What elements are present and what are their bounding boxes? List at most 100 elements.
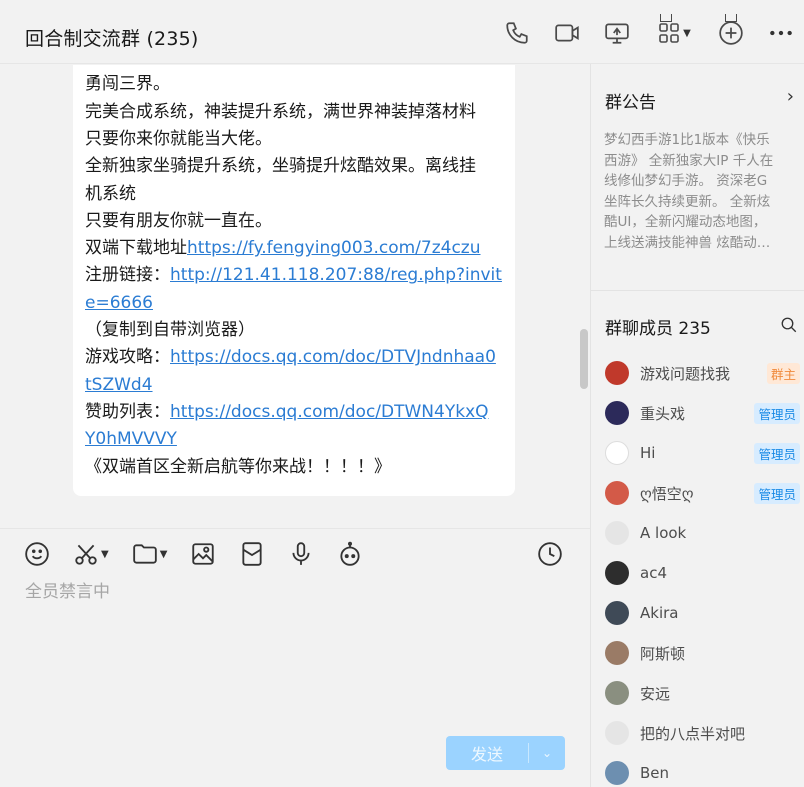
member-name: 游戏问题找我 <box>640 364 731 383</box>
avatar[interactable] <box>605 641 629 665</box>
member-item[interactable]: 游戏问题找我 群主 <box>605 359 800 387</box>
message-line-text: 勇闯三界。 <box>85 74 170 95</box>
clock-icon[interactable] <box>537 541 563 567</box>
avatar[interactable] <box>605 561 629 585</box>
robot-icon[interactable] <box>337 541 363 567</box>
avatar[interactable] <box>605 761 629 785</box>
apps-grid-icon[interactable]: ▼ <box>654 14 694 46</box>
avatar[interactable] <box>605 441 629 465</box>
muted-notice: 全员禁言中 <box>25 582 110 602</box>
message-link[interactable]: https://fy.fengying003.com/7z4czu <box>187 238 481 258</box>
message-line: 后端神兜大卡，兜装合定，材料免神付截防赵主 <box>85 65 442 69</box>
member-item[interactable]: Akira <box>605 599 800 627</box>
red-packet-icon[interactable] <box>239 541 265 567</box>
avatar[interactable] <box>605 361 629 385</box>
message-line: 只要你来你就能当大佬。 <box>85 127 272 151</box>
message-line: 只要有朋友你就一直在。 <box>85 209 272 233</box>
image-icon[interactable] <box>190 541 216 567</box>
member-item[interactable]: ac4 <box>605 559 800 587</box>
member-name: Akira <box>640 604 679 622</box>
message-line: 注册链接：http://121.41.118.207:88/reg.php?in… <box>85 263 502 287</box>
avatar[interactable] <box>605 521 629 545</box>
notice-line: 上线送满技能神兽 炫酷动… <box>604 234 771 251</box>
add-icon[interactable] <box>718 14 744 46</box>
message-line: 双端下载地址https://fy.fengying003.com/7z4czu <box>85 236 481 260</box>
message-line-text: 双端下载地址 <box>85 238 187 259</box>
message-line-text: 注册链接： <box>85 265 170 286</box>
member-item[interactable]: 把的八点半对吧 <box>605 719 800 747</box>
chevron-down-icon[interactable]: ⌄ <box>529 746 565 760</box>
member-name: A look <box>640 524 687 542</box>
chat-title: 回合制交流群 (235) <box>25 28 199 50</box>
member-item[interactable]: 阿斯顿 <box>605 639 800 667</box>
message-line-text: 全新独家坐骑提升系统，坐骑提升炫酷效果。离线挂 <box>85 156 476 177</box>
message-line-text: 完美合成系统，神装提升系统，满世界神装掉落材料 <box>85 101 476 122</box>
avatar[interactable] <box>605 401 629 425</box>
send-label: 发送 <box>470 745 503 764</box>
message-line: 全新独家坐骑提升系统，坐骑提升炫酷效果。离线挂 <box>85 154 476 178</box>
chat-header: 回合制交流群 (235) ▼ <box>0 0 804 64</box>
member-item[interactable]: A look <box>605 519 800 547</box>
message-line: 游戏攻略：https://docs.qq.com/doc/DTVJndnhaa0 <box>85 345 496 369</box>
member-name: 阿斯顿 <box>640 644 686 663</box>
input-area: ▼ ▼ 全员禁言中 发送 ⌄ <box>0 528 590 787</box>
message-line-text: 《双端首区全新启航等你来战！！！！》 <box>85 456 391 477</box>
message-line-text: 赞助列表： <box>85 401 170 422</box>
member-name: 把的八点半对吧 <box>640 724 746 743</box>
message-line: 勇闯三界。 <box>85 72 170 96</box>
message-link[interactable]: https://docs.qq.com/doc/DTVJndnhaa0 <box>170 347 496 367</box>
message-link[interactable]: tSZWd4 <box>85 375 153 395</box>
message-link[interactable]: https://docs.qq.com/doc/DTWN4YkxQ <box>170 402 489 422</box>
avatar[interactable] <box>605 601 629 625</box>
message-line: 完美合成系统，神装提升系统，满世界神装掉落材料 <box>85 100 476 124</box>
members-title: 群聊成员 235 <box>605 319 711 339</box>
send-button[interactable]: 发送 ⌄ <box>446 736 565 770</box>
member-name: ac4 <box>640 564 667 582</box>
emoji-icon[interactable] <box>24 541 50 567</box>
avatar[interactable] <box>605 481 629 505</box>
message-link[interactable]: e=6666 <box>85 293 153 313</box>
member-item[interactable]: ღ悟空ღ 管理员 <box>605 479 800 507</box>
chevron-down-icon[interactable]: ▼ <box>683 28 691 39</box>
message-link[interactable]: http://121.41.118.207:88/reg.php?invit <box>170 265 502 285</box>
avatar[interactable] <box>605 681 629 705</box>
message-line: 《双端首区全新启航等你来战！！！！》 <box>85 455 391 479</box>
search-icon[interactable] <box>780 316 798 334</box>
screen-share-icon[interactable] <box>604 20 630 46</box>
message-line: 机系统 <box>85 182 136 206</box>
sidebar-divider <box>591 290 804 291</box>
message-line: （复制到自带浏览器） <box>85 318 255 342</box>
message-list[interactable]: 后端神兜大卡，兜装合定，材料免神付截防赵主勇闯三界。完美合成系统，神装提升系统，… <box>0 65 590 528</box>
microphone-icon[interactable] <box>288 541 314 567</box>
member-item[interactable]: 安远 <box>605 679 800 707</box>
input-toolbar: ▼ ▼ <box>24 541 386 567</box>
notice-title[interactable]: 群公告 <box>605 88 656 113</box>
message-line-text: 游戏攻略： <box>85 347 170 368</box>
chevron-right-icon[interactable]: › <box>787 86 794 107</box>
message-line-text: 只要你来你就能当大佬。 <box>85 128 272 149</box>
phone-icon[interactable] <box>504 20 530 46</box>
notice-line: 坐阵长久持续更新。 全新炫 <box>604 193 771 210</box>
message-link[interactable]: Y0hMVVVY <box>85 429 177 449</box>
member-item[interactable]: Hi 管理员 <box>605 439 800 467</box>
role-badge: 管理员 <box>754 482 800 504</box>
message-line-text: 后端神兜大卡，兜装合定，材料免神付截防赵主 <box>85 65 442 67</box>
role-badge: 群主 <box>766 362 800 384</box>
member-item[interactable]: 重头戏 管理员 <box>605 399 800 427</box>
video-call-icon[interactable] <box>554 20 580 46</box>
message-line-text: （复制到自带浏览器） <box>85 320 255 340</box>
scissors-icon[interactable]: ▼ <box>73 541 109 567</box>
notice-line: 西游》 全新独家大IP 千人在 <box>604 152 774 169</box>
message-line: 赞助列表：https://docs.qq.com/doc/DTWN4YkxQ <box>85 400 489 424</box>
member-item[interactable]: Ben <box>605 759 800 787</box>
avatar[interactable] <box>605 721 629 745</box>
scrollbar[interactable] <box>580 329 588 389</box>
member-name: Ben <box>640 764 670 782</box>
chevron-down-icon[interactable]: ▼ <box>160 549 168 560</box>
chevron-down-icon[interactable]: ▼ <box>101 549 109 560</box>
notice-line: 线修仙梦幻手游。 资深老G <box>604 173 768 189</box>
message-line-text: 只要有朋友你就一直在。 <box>85 210 272 231</box>
notice-line: 梦幻西手游1比1版本《快乐 <box>604 132 770 148</box>
more-icon[interactable] <box>768 20 794 46</box>
folder-icon[interactable]: ▼ <box>132 541 168 567</box>
